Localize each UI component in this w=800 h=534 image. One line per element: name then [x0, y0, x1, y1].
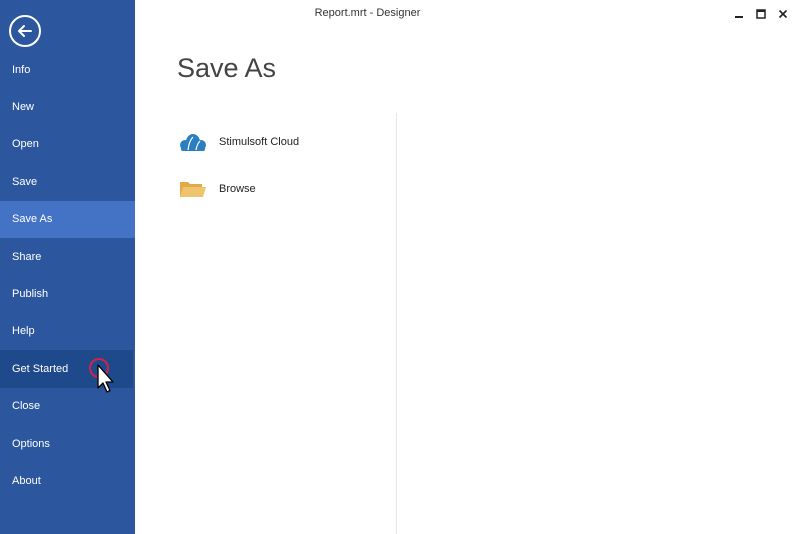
option-browse[interactable]: Browse	[178, 170, 388, 208]
cloud-icon	[180, 134, 206, 151]
nav-item-label: Get Started	[12, 362, 69, 375]
backstage-sidebar: Info New Open Save Save As Share Publish…	[0, 0, 135, 534]
nav-item-label: Open	[12, 138, 39, 151]
nav-item-label: Close	[12, 400, 41, 413]
nav-item-label: New	[12, 101, 35, 114]
minimize-button[interactable]	[730, 6, 748, 22]
nav-item-label: Info	[12, 63, 31, 76]
nav-item-about[interactable]: About	[0, 462, 135, 499]
nav-item-help[interactable]: Help	[0, 313, 135, 350]
nav-item-publish[interactable]: Publish	[0, 275, 135, 312]
nav-item-label: About	[12, 474, 41, 487]
back-button[interactable]	[9, 15, 41, 47]
mouse-cursor-icon	[97, 364, 114, 393]
option-label: Stimulsoft Cloud	[219, 136, 300, 148]
nav-item-share[interactable]: Share	[0, 238, 135, 275]
close-icon	[778, 9, 788, 19]
nav-item-open[interactable]: Open	[0, 126, 135, 163]
nav-item-label: Save As	[12, 213, 53, 226]
nav-item-save[interactable]: Save	[0, 163, 135, 200]
nav-item-label: Save	[12, 175, 38, 188]
panel-divider	[396, 113, 397, 534]
designer-window: Info New Open Save Save As Share Publish…	[0, 0, 800, 534]
close-window-button[interactable]	[774, 6, 792, 22]
nav-item-new[interactable]: New	[0, 88, 135, 125]
window-title: Report.mrt - Designer	[314, 7, 421, 19]
maximize-icon	[756, 9, 766, 19]
backstage-nav: Info New Open Save Save As Share Publish…	[0, 51, 135, 500]
page-title: Save As	[177, 53, 277, 83]
option-label: Browse	[219, 183, 256, 195]
save-locations: Stimulsoft Cloud Browse	[178, 123, 388, 217]
nav-item-options[interactable]: Options	[0, 425, 135, 462]
folder-icon	[180, 182, 206, 197]
nav-item-label: Options	[12, 437, 50, 450]
option-stimulsoft-cloud[interactable]: Stimulsoft Cloud	[178, 123, 388, 161]
nav-item-label: Publish	[12, 288, 49, 301]
window-controls	[730, 6, 792, 22]
minimize-icon	[735, 16, 743, 18]
nav-item-label: Help	[12, 325, 35, 338]
nav-item-save-as[interactable]: Save As	[0, 200, 135, 238]
nav-item-label: Share	[12, 250, 42, 263]
back-arrow-icon	[18, 25, 32, 37]
maximize-button[interactable]	[752, 6, 770, 22]
nav-item-info[interactable]: Info	[0, 51, 135, 88]
title-bar: Report.mrt - Designer	[135, 0, 800, 28]
